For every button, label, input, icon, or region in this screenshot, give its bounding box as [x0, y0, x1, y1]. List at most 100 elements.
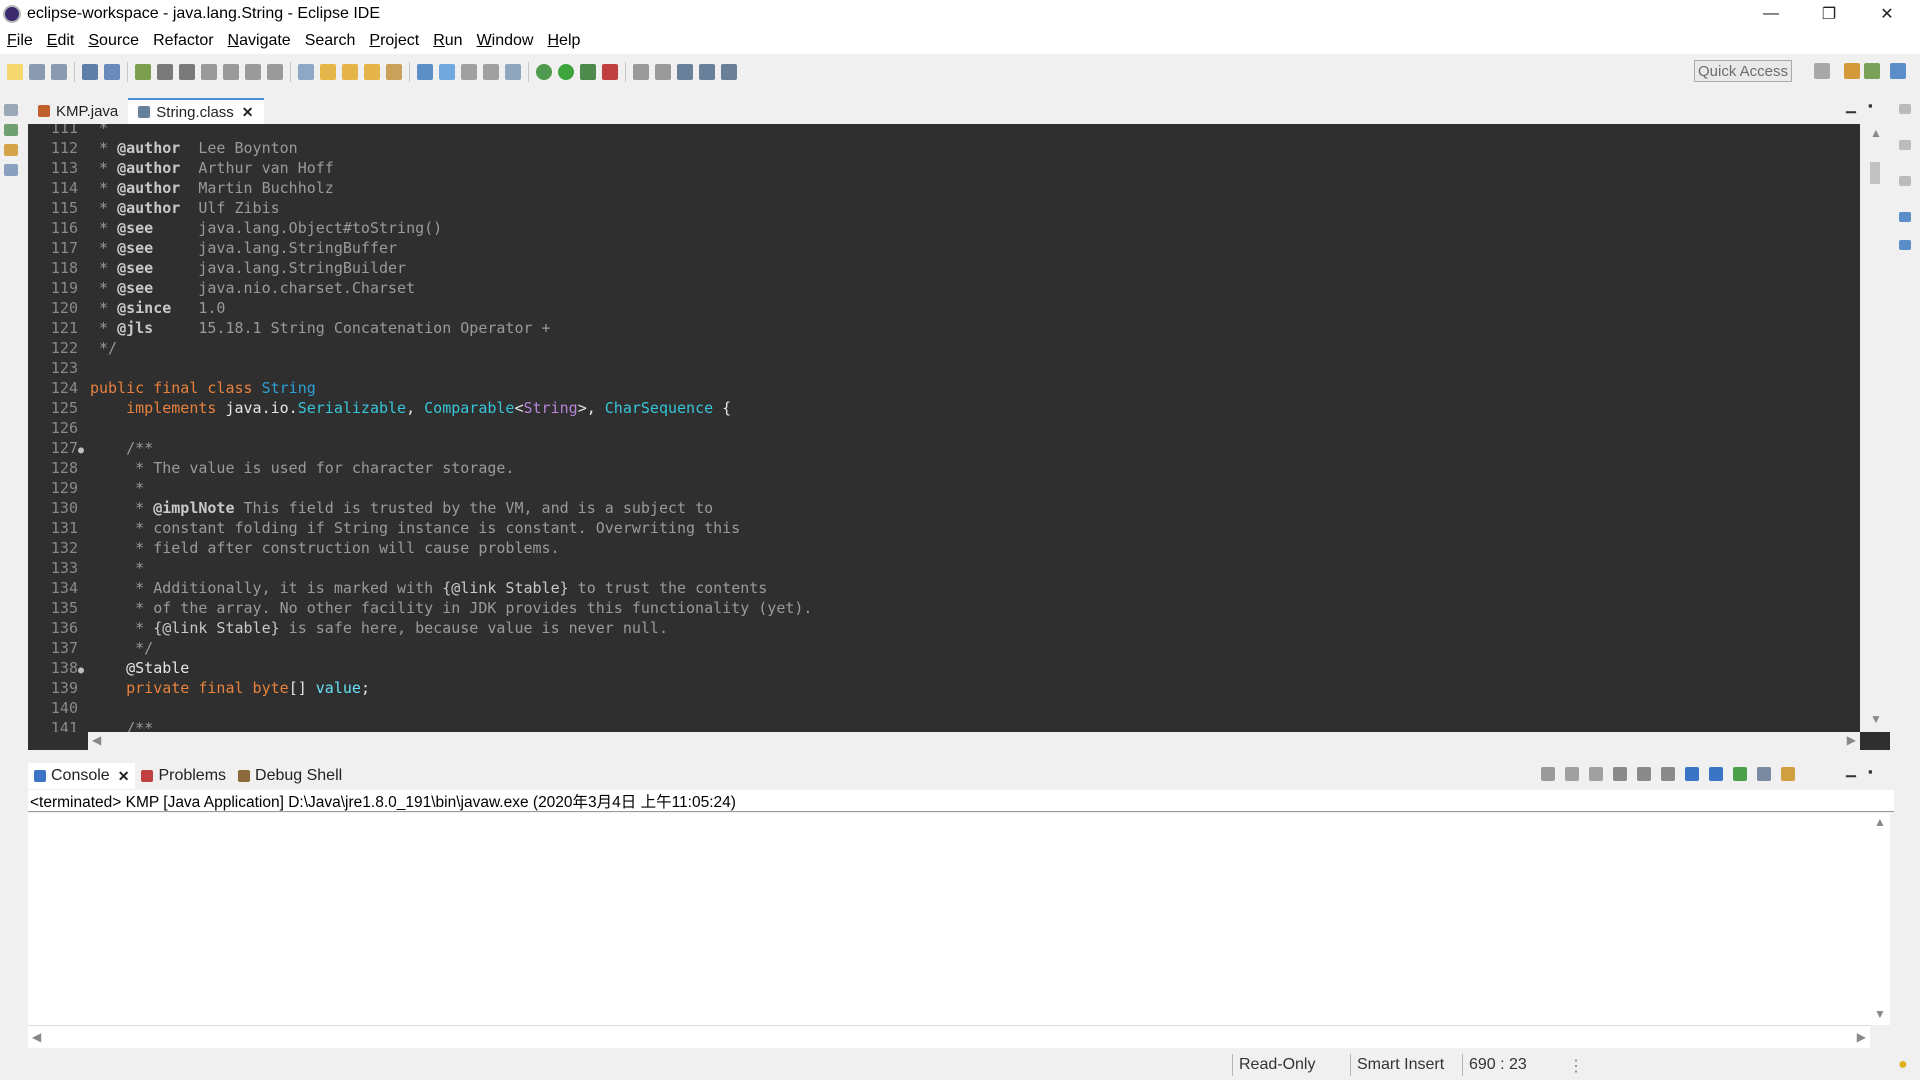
restore-button[interactable]: ❐ [1800, 0, 1858, 28]
remove-launch-icon[interactable] [1565, 767, 1579, 781]
editor-maximize-icon[interactable]: ▪ [1868, 98, 1873, 113]
coverage-icon[interactable] [580, 64, 596, 80]
scroll-up-icon[interactable]: ▲ [1870, 126, 1882, 140]
back-icon[interactable] [699, 64, 715, 80]
console-scroll-down-icon[interactable]: ▼ [1874, 1007, 1886, 1021]
console-scroll-up-icon[interactable]: ▲ [1874, 815, 1886, 829]
tip-lightbulb-icon[interactable]: ● [1898, 1056, 1908, 1074]
quick-access-field[interactable]: Quick Access [1694, 60, 1792, 82]
console-tab-debug-shell[interactable]: Debug Shell [232, 763, 348, 789]
close-window-button[interactable]: ✕ [1858, 0, 1916, 28]
forward-icon[interactable] [721, 64, 737, 80]
step-into-icon[interactable] [223, 64, 239, 80]
console-scroll-right-icon[interactable]: ▶ [1857, 1030, 1866, 1044]
status-insert-mode[interactable]: Smart Insert [1357, 1056, 1444, 1074]
open-perspective-icon[interactable] [1814, 63, 1830, 79]
terminal-icon[interactable] [82, 64, 98, 80]
new-class-icon[interactable] [364, 64, 380, 80]
code-editor[interactable]: 111 * 112 * @author Lee Boynton 113 * @aut… [28, 124, 1890, 750]
outline-view-icon[interactable] [1899, 176, 1911, 186]
console-tab-problems[interactable]: Problems [135, 763, 232, 789]
previous-annotation-icon[interactable] [655, 64, 671, 80]
members-icon[interactable] [1899, 240, 1911, 250]
console-tab-console[interactable]: Console ✕ [28, 763, 136, 789]
editor-minimize-icon[interactable]: ▁ [1846, 98, 1856, 114]
restore-right-icon[interactable] [1899, 104, 1911, 114]
hierarchy-icon[interactable] [4, 164, 18, 176]
last-edit-icon[interactable] [677, 64, 693, 80]
step-over-icon[interactable] [245, 64, 261, 80]
menu-navigate[interactable]: Navigate [221, 32, 298, 50]
close-console-tab-icon[interactable]: ✕ [118, 768, 130, 785]
save-all-icon[interactable] [51, 64, 67, 80]
console-tab-label: Debug Shell [255, 767, 343, 784]
console-output[interactable] [28, 813, 1870, 1025]
menu-search[interactable]: Search [298, 32, 363, 50]
status-more-icon[interactable]: ⋮ [1568, 1056, 1584, 1076]
remove-all-terminated-icon[interactable] [1589, 767, 1603, 781]
outline-icon[interactable] [4, 144, 18, 156]
debug-icon[interactable] [536, 64, 552, 80]
package-explorer-icon[interactable] [4, 124, 18, 136]
mark-occurrences-icon[interactable] [439, 64, 455, 80]
new-java-project-icon[interactable] [320, 64, 336, 80]
console-horizontal-scrollbar[interactable]: ◀ ▶ [28, 1025, 1870, 1048]
scroll-left-icon[interactable]: ◀ [92, 733, 101, 747]
minimize-button[interactable]: — [1742, 0, 1800, 28]
new-package-icon[interactable] [342, 64, 358, 80]
menu-window[interactable]: Window [470, 32, 541, 50]
new-icon[interactable] [7, 64, 23, 80]
open-type-icon[interactable] [386, 64, 402, 80]
scroll-right-icon[interactable]: ▶ [1847, 733, 1856, 747]
clear-console-icon[interactable] [1613, 767, 1627, 781]
menu-help[interactable]: Help [540, 32, 587, 50]
open-console-icon[interactable] [298, 64, 314, 80]
save-icon[interactable] [29, 64, 45, 80]
word-wrap-icon[interactable] [1661, 767, 1675, 781]
external-tools-icon[interactable] [602, 64, 618, 80]
java-browsing-perspective-icon[interactable] [1890, 63, 1906, 79]
open-console-dropdown-icon[interactable] [1781, 767, 1795, 781]
terminate-icon[interactable] [179, 64, 195, 80]
show-stdout-icon[interactable] [1685, 767, 1699, 781]
java-perspective-icon[interactable] [1844, 63, 1860, 79]
resume-icon[interactable] [135, 64, 151, 80]
terminate-console-icon[interactable] [1541, 767, 1555, 781]
run-icon[interactable] [558, 64, 574, 80]
editor-vertical-scrollbar[interactable]: ▲ ▼ [1860, 124, 1890, 732]
scroll-lock-icon[interactable] [1637, 767, 1651, 781]
restore-icon[interactable] [4, 104, 18, 116]
task-list-icon[interactable] [1899, 140, 1911, 150]
step-return-icon[interactable] [267, 64, 283, 80]
pin-console-icon[interactable] [1733, 767, 1747, 781]
show-whitespace-icon[interactable] [505, 64, 521, 80]
menu-file[interactable]: File [0, 32, 40, 50]
console-vertical-scrollbar[interactable]: ▲ ▼ [1870, 813, 1890, 1025]
scrollbar-thumb[interactable] [1870, 162, 1880, 184]
disconnect-icon[interactable] [201, 64, 217, 80]
menu-project[interactable]: Project [362, 32, 426, 50]
editor-horizontal-scrollbar[interactable]: ◀ ▶ [88, 732, 1860, 750]
console-minimize-icon[interactable]: ▁ [1846, 762, 1856, 778]
console-scroll-left-icon[interactable]: ◀ [32, 1030, 41, 1044]
console-maximize-icon[interactable]: ▪ [1868, 764, 1873, 779]
show-stderr-icon[interactable] [1709, 767, 1723, 781]
menu-source[interactable]: Source [81, 32, 146, 50]
editor-tab-kmp-java[interactable]: KMP.java [28, 98, 128, 124]
next-annotation-icon[interactable] [633, 64, 649, 80]
menu-run[interactable]: Run [426, 32, 469, 50]
block-selection-icon[interactable] [483, 64, 499, 80]
debug-perspective-icon[interactable] [1864, 63, 1880, 79]
suspend-icon[interactable] [157, 64, 173, 80]
menu-refactor[interactable]: Refactor [146, 32, 220, 50]
structure-icon[interactable] [1899, 212, 1911, 222]
scroll-down-icon[interactable]: ▼ [1870, 712, 1882, 726]
toggle-breadcrumb-icon[interactable] [461, 64, 477, 80]
search-icon[interactable] [417, 64, 433, 80]
skip-breakpoints-icon[interactable] [104, 64, 120, 80]
editor-tab-string-class[interactable]: String.class ✕ [128, 98, 264, 124]
line-number: 128 [50, 459, 78, 477]
menu-edit[interactable]: Edit [40, 32, 82, 50]
close-tab-icon[interactable]: ✕ [242, 104, 254, 121]
display-selected-console-icon[interactable] [1757, 767, 1771, 781]
